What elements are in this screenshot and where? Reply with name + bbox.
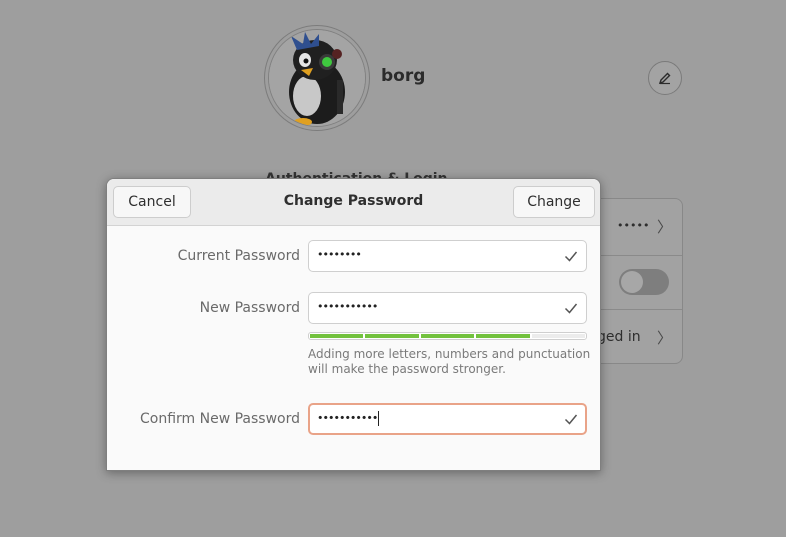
strength-segment (476, 334, 530, 338)
change-button[interactable]: Change (513, 186, 595, 218)
new-password-label: New Password (199, 300, 300, 316)
chevron-right-icon[interactable]: 〉 (657, 327, 672, 348)
chevron-right-icon[interactable]: 〉 (657, 216, 672, 237)
check-icon (564, 251, 578, 262)
strength-segment (531, 334, 586, 338)
automatic-login-toggle[interactable] (619, 269, 669, 295)
text-cursor (378, 411, 380, 426)
current-password-label: Current Password (177, 248, 300, 264)
check-icon (564, 303, 578, 314)
check-icon (564, 414, 578, 425)
strength-segment (365, 334, 419, 338)
avatar[interactable] (264, 25, 370, 131)
new-password-field[interactable]: ••••••••••• (308, 292, 587, 324)
dialog-header: Cancel Change Password Change (107, 179, 600, 226)
password-strength-hint: Adding more letters, numbers and punctua… (308, 347, 591, 376)
new-password-value: ••••••••••• (317, 300, 378, 313)
pencil-icon (658, 72, 671, 85)
current-password-field[interactable]: •••••••• (308, 240, 587, 272)
edit-username-button[interactable] (648, 61, 682, 95)
password-dots: ••••• (617, 219, 650, 232)
confirm-password-field[interactable]: ••••••••••• (308, 403, 587, 435)
username: borg (381, 66, 426, 86)
current-password-value: •••••••• (317, 248, 362, 261)
strength-segment (420, 334, 475, 338)
last-logged-in-label: ged in (597, 329, 641, 345)
toggle-knob (621, 271, 643, 293)
penguin-avatar-image (268, 29, 366, 127)
strength-segment (310, 334, 364, 338)
change-password-dialog: Cancel Change Password Change Current Pa… (106, 178, 601, 471)
confirm-password-label: Confirm New Password (139, 411, 300, 427)
password-strength-meter (308, 332, 587, 340)
confirm-password-value: ••••••••••• (317, 411, 380, 426)
